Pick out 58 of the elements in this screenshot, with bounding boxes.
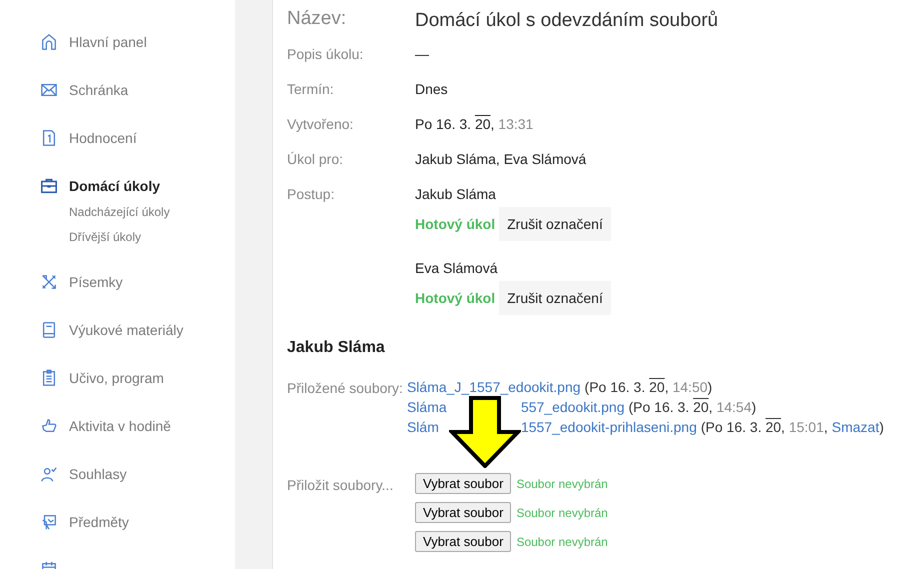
created-date: Po 16. 3. 20, 13:31 bbox=[415, 116, 534, 132]
book-icon bbox=[40, 321, 58, 339]
choose-file-button[interactable]: Vybrat soubor bbox=[415, 473, 512, 494]
unmark-button[interactable]: Zrušit označení bbox=[499, 207, 611, 241]
choose-file-button[interactable]: Vybrat soubor bbox=[415, 502, 512, 523]
unmark-button[interactable]: Zrušit označení bbox=[499, 281, 611, 315]
paren-text: ) bbox=[879, 418, 884, 437]
thumb-icon bbox=[40, 417, 58, 435]
file-link[interactable]: Sláma bbox=[406, 397, 449, 417]
sidebar-item[interactable]: Hlavní panel bbox=[69, 34, 147, 50]
file-status: Soubor nevybrán bbox=[516, 476, 608, 490]
home-icon bbox=[40, 33, 58, 51]
status-text: Hotový úkol bbox=[415, 289, 496, 308]
choose-file-button[interactable]: Vybrat soubor bbox=[415, 531, 512, 552]
file-date: (Po 16. 3. 20, 14:54) bbox=[628, 398, 756, 417]
grade-icon bbox=[40, 129, 58, 147]
sidebar-item[interactable]: Písemky bbox=[69, 274, 123, 290]
field-label: Úkol pro: bbox=[287, 150, 344, 169]
file-status: Soubor nevybrán bbox=[516, 534, 608, 548]
person-icon bbox=[40, 465, 58, 483]
status-text: Hotový úkol bbox=[415, 215, 496, 234]
field-value: — bbox=[415, 46, 429, 62]
case-icon bbox=[40, 177, 58, 195]
file-link[interactable]: 557_edookit.png bbox=[520, 397, 624, 417]
sidebar-subitem[interactable]: Nadcházející úkoly bbox=[69, 200, 235, 225]
sidebar-item[interactable]: Aktivita v hodině bbox=[69, 418, 171, 434]
student-name: Eva Slámová bbox=[415, 260, 498, 276]
field-label: Popis úkolu: bbox=[287, 45, 364, 64]
file-link[interactable]: 1557_edookit-prihlaseni.png bbox=[520, 417, 697, 437]
student-heading: Jakub Sláma bbox=[287, 339, 386, 357]
field-value: Jakub Sláma, Eva Slámová bbox=[415, 151, 586, 167]
field-label: Název: bbox=[287, 8, 348, 31]
clipboard-icon bbox=[40, 369, 58, 387]
file-link[interactable]: Slám bbox=[406, 417, 449, 437]
file-status: Soubor nevybrán bbox=[516, 506, 608, 520]
file-date: (Po 16. 3. 20, 14:50) bbox=[584, 378, 712, 397]
field-label: Přiložit soubory... bbox=[287, 476, 394, 495]
sidebar-item[interactable]: Souhlasy bbox=[69, 466, 127, 482]
sidebar-subitem[interactable]: Dřívější úkoly bbox=[69, 225, 235, 250]
field-label: Postup: bbox=[287, 185, 336, 204]
delete-link[interactable]: Smazat bbox=[832, 417, 880, 437]
field-label: Termín: bbox=[287, 80, 335, 99]
board-icon bbox=[40, 513, 58, 531]
mail-icon bbox=[40, 81, 58, 99]
file-date: (Po 16. 3. 20, 15:01, bbox=[700, 418, 828, 437]
sidebar-item[interactable]: Hodnocení bbox=[69, 130, 137, 146]
sidebar-item[interactable]: Domácí úkoly bbox=[69, 178, 160, 194]
student-name: Jakub Sláma bbox=[415, 186, 496, 202]
sidebar-item[interactable]: Výukové materiály bbox=[69, 322, 184, 338]
field-label: Přiložené soubory: bbox=[287, 379, 403, 398]
field-value: Dnes bbox=[415, 81, 448, 97]
tools-icon bbox=[40, 273, 58, 291]
assignment-title: Domácí úkol s odevzdáním souborů bbox=[415, 10, 718, 31]
sidebar-item[interactable]: Předměty bbox=[69, 514, 129, 530]
field-label: Vytvořeno: bbox=[287, 115, 354, 134]
file-link[interactable]: Sláma_J_1557_edookit.png bbox=[406, 377, 581, 397]
sidebar-item[interactable]: Schránka bbox=[69, 82, 128, 98]
sidebar-item[interactable]: Učivo, program bbox=[69, 370, 164, 386]
